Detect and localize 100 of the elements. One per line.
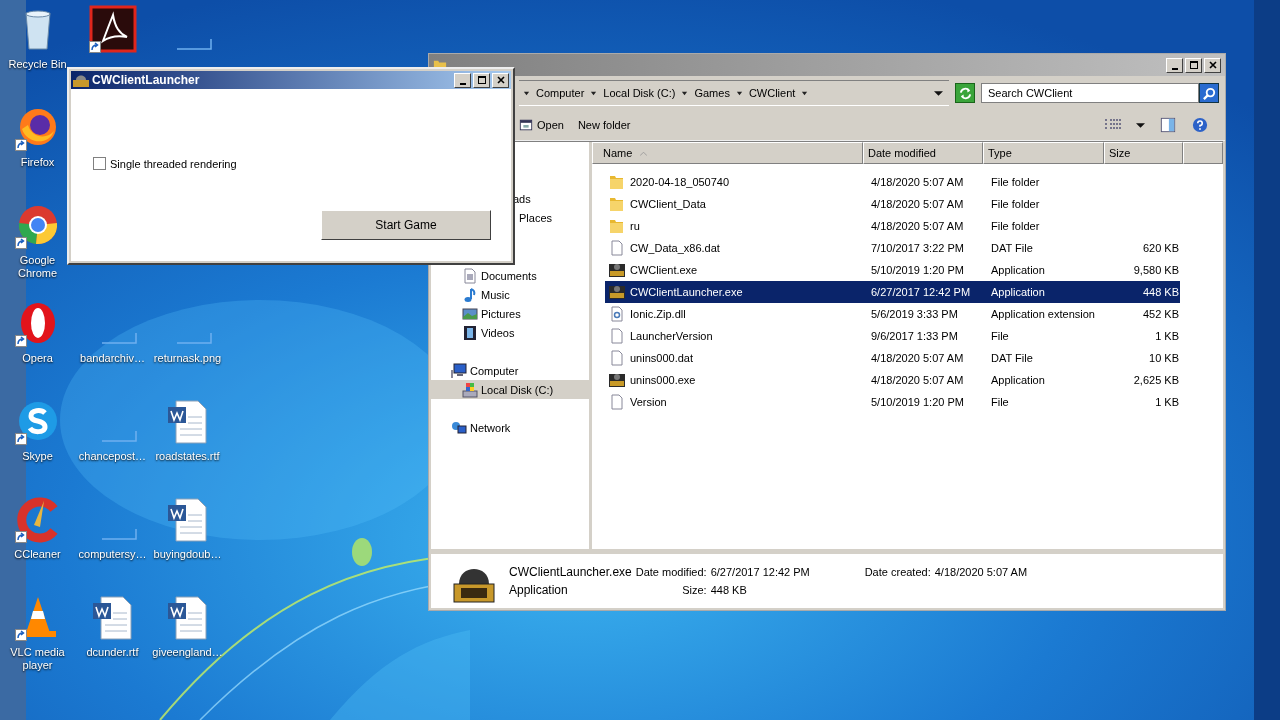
folder-icon <box>609 218 625 234</box>
help-icon[interactable] <box>1191 117 1209 133</box>
file-row[interactable]: Version 5/10/2019 1:20 PM File 1 KB <box>605 391 1180 413</box>
start-game-button[interactable]: Start Game <box>321 210 491 240</box>
preview-pane-icon[interactable] <box>1159 117 1177 133</box>
field-value: 4/18/2020 5:07 AM <box>934 566 1028 578</box>
caret-icon[interactable] <box>590 89 598 97</box>
file-row[interactable]: unins000.dat 4/18/2020 5:07 AM DAT File 10 KB <box>605 347 1180 369</box>
file-row[interactable]: CWClientLauncher.exe 6/27/2017 12:42 PM Application 448 KB <box>605 281 1180 303</box>
minimize-icon <box>1171 67 1178 70</box>
desktop-icon[interactable]: bandarchiv… <box>75 299 150 397</box>
window-title: CWClientLauncher <box>92 73 200 87</box>
field-label: Date created: <box>863 566 932 578</box>
field-value: 448 KB <box>710 584 748 596</box>
desktop-icon[interactable]: VLC media player <box>6 593 69 691</box>
desktop-icon[interactable]: computersy… <box>75 495 150 593</box>
close-icon <box>495 75 506 85</box>
address-bar[interactable]: Computer Local Disk (C:) Games CWClient <box>519 80 949 106</box>
nav-item[interactable]: Computer <box>431 361 589 380</box>
breadcrumb-item[interactable]: Games <box>694 87 730 99</box>
nav-item[interactable]: Music <box>431 285 589 304</box>
minimize-button[interactable] <box>1166 57 1183 73</box>
desktop-icon[interactable]: CCleaner <box>6 495 69 593</box>
checkbox-label[interactable]: Single threaded rendering <box>110 157 237 170</box>
film-icon <box>462 324 478 341</box>
maximize-button[interactable] <box>473 72 490 88</box>
blank-file-icon <box>101 528 137 540</box>
desktop-icon[interactable]: Firefox <box>6 103 69 201</box>
folder-icon <box>609 196 625 212</box>
file-row[interactable]: Ionic.Zip.dll 5/6/2019 3:33 PM Application extension 452 KB <box>605 303 1180 325</box>
document-icon <box>462 267 478 284</box>
file-row[interactable]: LauncherVersion 9/6/2017 1:33 PM File 1 KB <box>605 325 1180 347</box>
caret-icon[interactable] <box>523 89 530 97</box>
close-button[interactable] <box>1204 57 1221 73</box>
new-folder-button[interactable]: New folder <box>577 119 631 131</box>
dropdown-caret-icon[interactable] <box>934 88 943 98</box>
close-icon <box>1207 60 1218 70</box>
file-row[interactable]: 2020-04-18_050740 4/18/2020 5:07 AM File folder <box>605 171 1180 193</box>
nav-item[interactable]: Pictures <box>431 304 589 323</box>
column-header[interactable]: Date modified <box>863 142 983 164</box>
blank-file-icon <box>176 38 212 50</box>
music-note-icon <box>462 286 478 303</box>
window-icon <box>519 118 533 132</box>
nav-item[interactable]: Network <box>431 418 589 437</box>
column-header[interactable]: Name <box>592 142 863 164</box>
nav-item[interactable]: Videos <box>431 323 589 342</box>
blank-file-icon <box>101 430 137 442</box>
desktop-icon[interactable] <box>88 5 137 53</box>
pdf-icon <box>88 5 137 53</box>
nav-item[interactable]: Documents <box>431 266 589 285</box>
file-row[interactable]: CW_Data_x86.dat 7/10/2017 3:22 PM DAT File 620 KB <box>605 237 1180 259</box>
search-field[interactable]: Search CWClient <box>981 83 1199 103</box>
nav-item[interactable]: Local Disk (C:) <box>431 380 589 399</box>
maximize-icon <box>1188 60 1199 70</box>
blank-file-icon <box>101 332 137 344</box>
search-button[interactable] <box>1199 83 1219 103</box>
caret-icon[interactable] <box>801 89 809 97</box>
app-icon <box>609 262 625 278</box>
desktop-icon[interactable]: Google Chrome <box>6 201 69 299</box>
file-row[interactable]: ru 4/18/2020 5:07 AM File folder <box>605 215 1180 237</box>
desktop-icon[interactable]: giveengland… <box>150 593 225 691</box>
field-label: Date modified: <box>634 566 708 578</box>
file-type: Application <box>509 583 569 597</box>
desktop-icon[interactable]: Opera <box>6 299 69 397</box>
network-icon <box>451 419 467 436</box>
caret-icon[interactable] <box>735 89 743 97</box>
minimize-button[interactable] <box>454 72 471 88</box>
maximize-icon <box>476 75 487 85</box>
computer-icon <box>451 362 467 379</box>
maximize-button[interactable] <box>1185 57 1202 73</box>
open-button[interactable]: Open <box>519 118 564 132</box>
refresh-button[interactable] <box>955 83 975 103</box>
file-row[interactable]: CWClient_Data 4/18/2020 5:07 AM File folder <box>605 193 1180 215</box>
breadcrumb-item[interactable]: Local Disk (C:) <box>603 87 676 99</box>
app-icon <box>609 284 625 300</box>
nav-item[interactable]: Places <box>519 209 589 228</box>
close-button[interactable] <box>492 72 509 88</box>
caret-icon[interactable] <box>1136 120 1145 130</box>
refresh-icon <box>957 85 973 101</box>
file-row[interactable]: CWClient.exe 5/10/2019 1:20 PM Application 9,580 KB <box>605 259 1180 281</box>
desktop-icon[interactable]: Skype <box>6 397 69 495</box>
file-icon <box>609 240 625 256</box>
checkbox[interactable] <box>93 157 106 170</box>
field-value: 6/27/2017 12:42 PM <box>710 566 811 578</box>
minimize-icon <box>459 82 466 85</box>
breadcrumb-item[interactable]: CWClient <box>748 87 796 99</box>
file-row[interactable]: unins000.exe 4/18/2020 5:07 AM Application 2,625 KB <box>605 369 1180 391</box>
blank-file-icon <box>176 332 212 344</box>
app-icon <box>609 372 625 388</box>
column-header[interactable]: Type <box>983 142 1104 164</box>
desktop-icon[interactable]: Recycle Bin <box>6 5 69 103</box>
desktop-icon[interactable]: dcunder.rtf <box>75 593 150 691</box>
breadcrumb-item[interactable]: Computer <box>536 87 585 99</box>
column-header[interactable]: Size <box>1104 142 1183 164</box>
file-icon <box>609 350 625 366</box>
gear-file-icon <box>609 306 625 322</box>
picture-icon <box>462 305 478 322</box>
desktop-icon[interactable]: buyingdoub… <box>150 495 225 593</box>
caret-icon[interactable] <box>681 89 689 97</box>
file-name: CWClientLauncher.exe <box>509 565 632 579</box>
